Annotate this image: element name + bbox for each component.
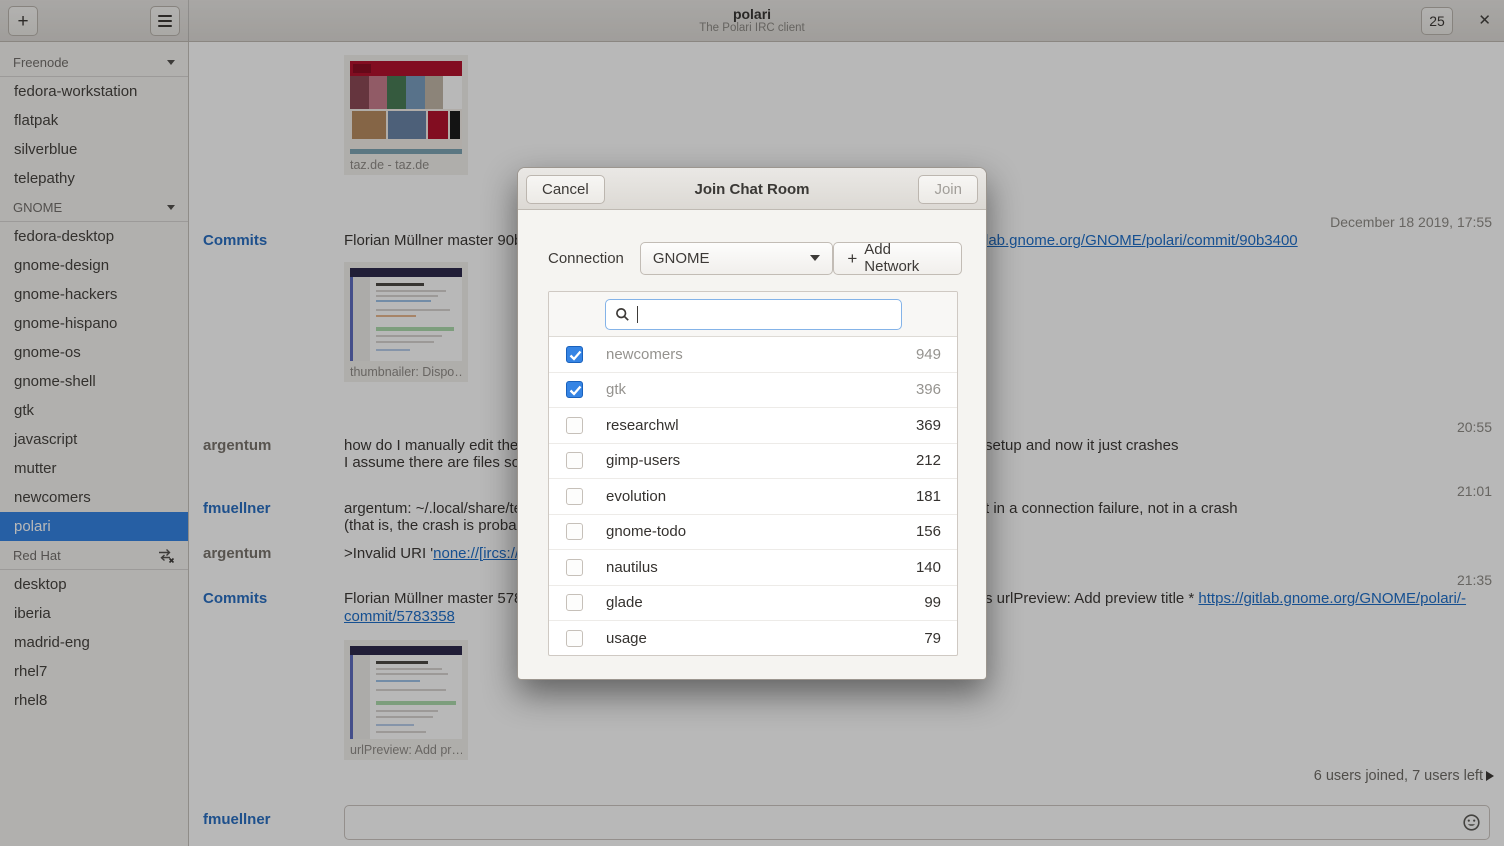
checkbox-unchecked[interactable] [566,630,583,647]
join-button-disabled[interactable]: Join [918,175,978,204]
room-row-usage[interactable]: usage 79 [549,621,957,656]
room-name: nautilus [606,559,658,576]
room-name: gimp-users [606,452,680,469]
checkbox-unchecked[interactable] [566,594,583,611]
dialog-title: Join Chat Room [618,168,886,210]
room-count: 949 [916,346,941,363]
room-count: 369 [916,417,941,434]
room-row-gtk[interactable]: gtk 396 [549,373,957,409]
room-row-gimp-users[interactable]: gimp-users 212 [549,444,957,480]
connection-label: Connection [548,250,624,267]
room-row-newcomers[interactable]: newcomers 949 [549,337,957,373]
room-row-researchwl[interactable]: researchwl 369 [549,408,957,444]
room-name: gtk [606,381,626,398]
room-row-evolution[interactable]: evolution 181 [549,479,957,515]
connection-value: GNOME [653,250,710,267]
room-list-frame: newcomers 949 gtk 396 researchwl 369 gi [548,291,958,656]
room-row-nautilus[interactable]: nautilus 140 [549,550,957,586]
room-count: 99 [924,594,941,611]
dialog-headerbar: Cancel Join Chat Room Join [518,168,986,210]
room-name: evolution [606,488,666,505]
room-name: usage [606,630,647,647]
check-icon [568,384,583,397]
search-icon [615,307,630,322]
check-icon [568,349,583,362]
checkbox-unchecked[interactable] [566,523,583,540]
checkbox-unchecked[interactable] [566,417,583,434]
text-caret [637,306,639,323]
checkbox-unchecked[interactable] [566,488,583,505]
room-search-input[interactable] [605,299,902,330]
room-name: newcomers [606,346,683,363]
checkbox-unchecked[interactable] [566,559,583,576]
polari-window: + polari The Polari IRC client 25 ✕ Free… [0,0,1504,846]
cancel-button[interactable]: Cancel [526,175,605,204]
add-network-button[interactable]: + Add Network [833,242,962,275]
search-row [549,292,957,337]
room-count: 156 [916,523,941,540]
room-name: glade [606,594,643,611]
checkbox-checked[interactable] [566,346,583,363]
chevron-down-icon [810,255,820,261]
room-name: researchwl [606,417,679,434]
plus-icon: + [847,250,857,267]
room-count: 181 [916,488,941,505]
room-row-gnome-todo[interactable]: gnome-todo 156 [549,515,957,551]
add-network-label: Add Network [864,241,948,275]
connection-dropdown[interactable]: GNOME [640,242,833,275]
room-count: 396 [916,381,941,398]
join-chat-room-dialog: Cancel Join Chat Room Join Connection GN… [517,167,987,680]
connection-row: Connection GNOME + Add Network [548,241,962,275]
room-count: 79 [924,630,941,647]
room-count: 212 [916,452,941,469]
room-count: 140 [916,559,941,576]
room-row-glade[interactable]: glade 99 [549,586,957,622]
room-name: gnome-todo [606,523,686,540]
checkbox-unchecked[interactable] [566,452,583,469]
checkbox-checked[interactable] [566,381,583,398]
